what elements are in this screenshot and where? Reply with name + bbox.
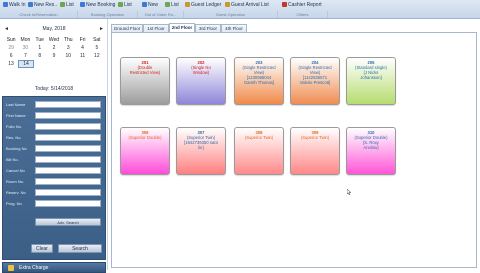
room-description: (Superior Double) [S. Roxy Anoloiu]	[354, 135, 388, 150]
list-icon	[165, 2, 170, 7]
calendar-week: 6 7 8 9 10 11 12	[4, 52, 104, 60]
room-panel: 201 (Double Restricted View) 202 (Single No…	[111, 32, 477, 268]
calendar-day[interactable]: 12	[90, 52, 104, 60]
room-tile[interactable]: 308 (Superior Twin)	[234, 127, 284, 175]
room-description: (Single No Window)	[191, 65, 211, 75]
report-icon	[282, 2, 287, 7]
list-icon	[118, 2, 123, 7]
out-of-order-list-button[interactable]: List	[165, 1, 179, 10]
room-description: (Superior Twin)	[244, 135, 274, 140]
group-out-of-order: Out of Order Ro...	[138, 11, 184, 18]
calendar-grid: Sun Mon Tue Wed Thu Fri Sat 29 30 1 2 3 …	[4, 36, 104, 68]
calendar-weekdays: Sun Mon Tue Wed Thu Fri Sat	[6, 37, 101, 43]
calendar-day[interactable]: 29	[4, 44, 18, 52]
calendar-day[interactable]: 1	[33, 44, 47, 52]
walk-in-button[interactable]: Walk In	[3, 1, 25, 10]
room-tile[interactable]: 203 (Single Restricted View) [1230985044 …	[234, 57, 284, 105]
calendar-icon	[28, 2, 33, 7]
extra-charge-button[interactable]: Extra Charge	[2, 262, 106, 273]
calendar-month-label: May, 2018	[42, 26, 66, 32]
reservation-list-button[interactable]: List	[60, 1, 74, 10]
person-icon	[3, 2, 8, 7]
calendar-week: 29 30 1 2 3 4 5	[4, 44, 104, 52]
advance-search-button[interactable]: Adv. Search	[35, 218, 101, 226]
last-name-input[interactable]	[35, 101, 101, 108]
calendar-day[interactable]: 7	[18, 52, 32, 60]
group-guest-operation: Guest Operation	[184, 11, 278, 18]
room-description: (Single Restricted View) [1230985044 Gar…	[242, 65, 276, 85]
guest-ledger-button[interactable]: Guest Ledger	[185, 1, 221, 10]
reserv-no-input[interactable]	[35, 189, 101, 196]
room-tile[interactable]: 204 (Single Restricted View) [1142535571 …	[290, 57, 340, 105]
group-booking: Booking Operation	[78, 11, 138, 18]
booking-list-button[interactable]: List	[118, 1, 132, 10]
room-no-input[interactable]	[35, 178, 101, 185]
calendar-week: 13 14	[4, 60, 104, 68]
charge-icon	[8, 265, 14, 271]
room-tile[interactable]: 309 (Superior Twin)	[290, 127, 340, 175]
room-description: (Superior Twin)	[300, 135, 330, 140]
cashier-report-button[interactable]: Cashier Report	[282, 1, 322, 10]
calendar-day[interactable]: 11	[75, 52, 89, 60]
calendar-day[interactable]: 9	[47, 52, 61, 60]
bill-no-input[interactable]	[35, 156, 101, 163]
res-no-input[interactable]	[35, 134, 101, 141]
room-description: (Single Restricted View) [1142535571 Val…	[298, 65, 332, 85]
calendar-header: ◄ May, 2018 ►	[2, 25, 106, 33]
new-reservation-button[interactable]: New Res..	[28, 1, 57, 10]
left-panel: ◄ May, 2018 ► Sun Mon Tue Wed Thu Fri Sa…	[0, 19, 108, 273]
calendar-day[interactable]: 4	[75, 44, 89, 52]
calendar-next-icon[interactable]: ►	[99, 26, 104, 32]
prog-no-input[interactable]	[35, 200, 101, 207]
today-label[interactable]: Today: 5/14/2018	[0, 86, 108, 92]
guest-arrival-list-button[interactable]: Guest Arrival List	[225, 1, 269, 10]
search-panel: Last Name First Name Folio No. Res. No. …	[2, 96, 106, 260]
ledger-icon	[185, 2, 190, 7]
clear-button[interactable]: Clear	[31, 244, 53, 253]
room-tile[interactable]: 205 (Standard single) [J Nicks Johansson]	[346, 57, 396, 105]
booking-no-input[interactable]	[35, 145, 101, 152]
booking-icon	[80, 2, 85, 7]
calendar-day[interactable]: 3	[61, 44, 75, 52]
group-others: Others	[278, 11, 328, 18]
cancel-no-input[interactable]	[35, 167, 101, 174]
new-booking-button[interactable]: New Booking	[80, 1, 115, 10]
calendar-day[interactable]: 6	[4, 52, 18, 60]
first-name-input[interactable]	[35, 112, 101, 119]
room-description: (Double Restricted View)	[129, 65, 161, 75]
room-description: (Superior Double)	[128, 135, 162, 140]
calendar-day[interactable]: 10	[61, 52, 75, 60]
search-button[interactable]: Search	[58, 244, 102, 253]
calendar-day[interactable]: 13	[4, 60, 18, 68]
room-icon	[142, 2, 147, 7]
calendar-day[interactable]: 8	[33, 52, 47, 60]
calendar-day[interactable]: 5	[90, 44, 104, 52]
room-tile[interactable]: 202 (Single No Window)	[176, 57, 226, 105]
room-tile[interactable]: 306 (Superior Double)	[120, 127, 170, 175]
arrival-icon	[225, 2, 230, 7]
folio-no-input[interactable]	[35, 123, 101, 130]
room-tile[interactable]: 307 (Superior Twin) [1842739350 sara lie]	[176, 127, 226, 175]
new-out-of-order-button[interactable]: New	[142, 1, 158, 10]
mouse-cursor-icon	[347, 189, 351, 195]
room-tile[interactable]: 310 (Superior Double) [S. Roxy Anoloiu]	[346, 127, 396, 175]
calendar-day[interactable]: 2	[47, 44, 61, 52]
calendar-day-selected[interactable]: 14	[18, 60, 34, 68]
list-icon	[60, 2, 65, 7]
room-description: (Superior Twin) [1842739350 sara lie]	[184, 135, 218, 150]
room-tile[interactable]: 201 (Double Restricted View)	[120, 57, 170, 105]
group-checkin: Check In/Reservation	[0, 11, 78, 18]
ribbon-toolbar: Walk In New Res.. List New Booking List …	[0, 0, 480, 19]
calendar-day[interactable]: 30	[18, 44, 32, 52]
room-description: (Standard single) [J Nicks Johansson]	[355, 65, 387, 80]
